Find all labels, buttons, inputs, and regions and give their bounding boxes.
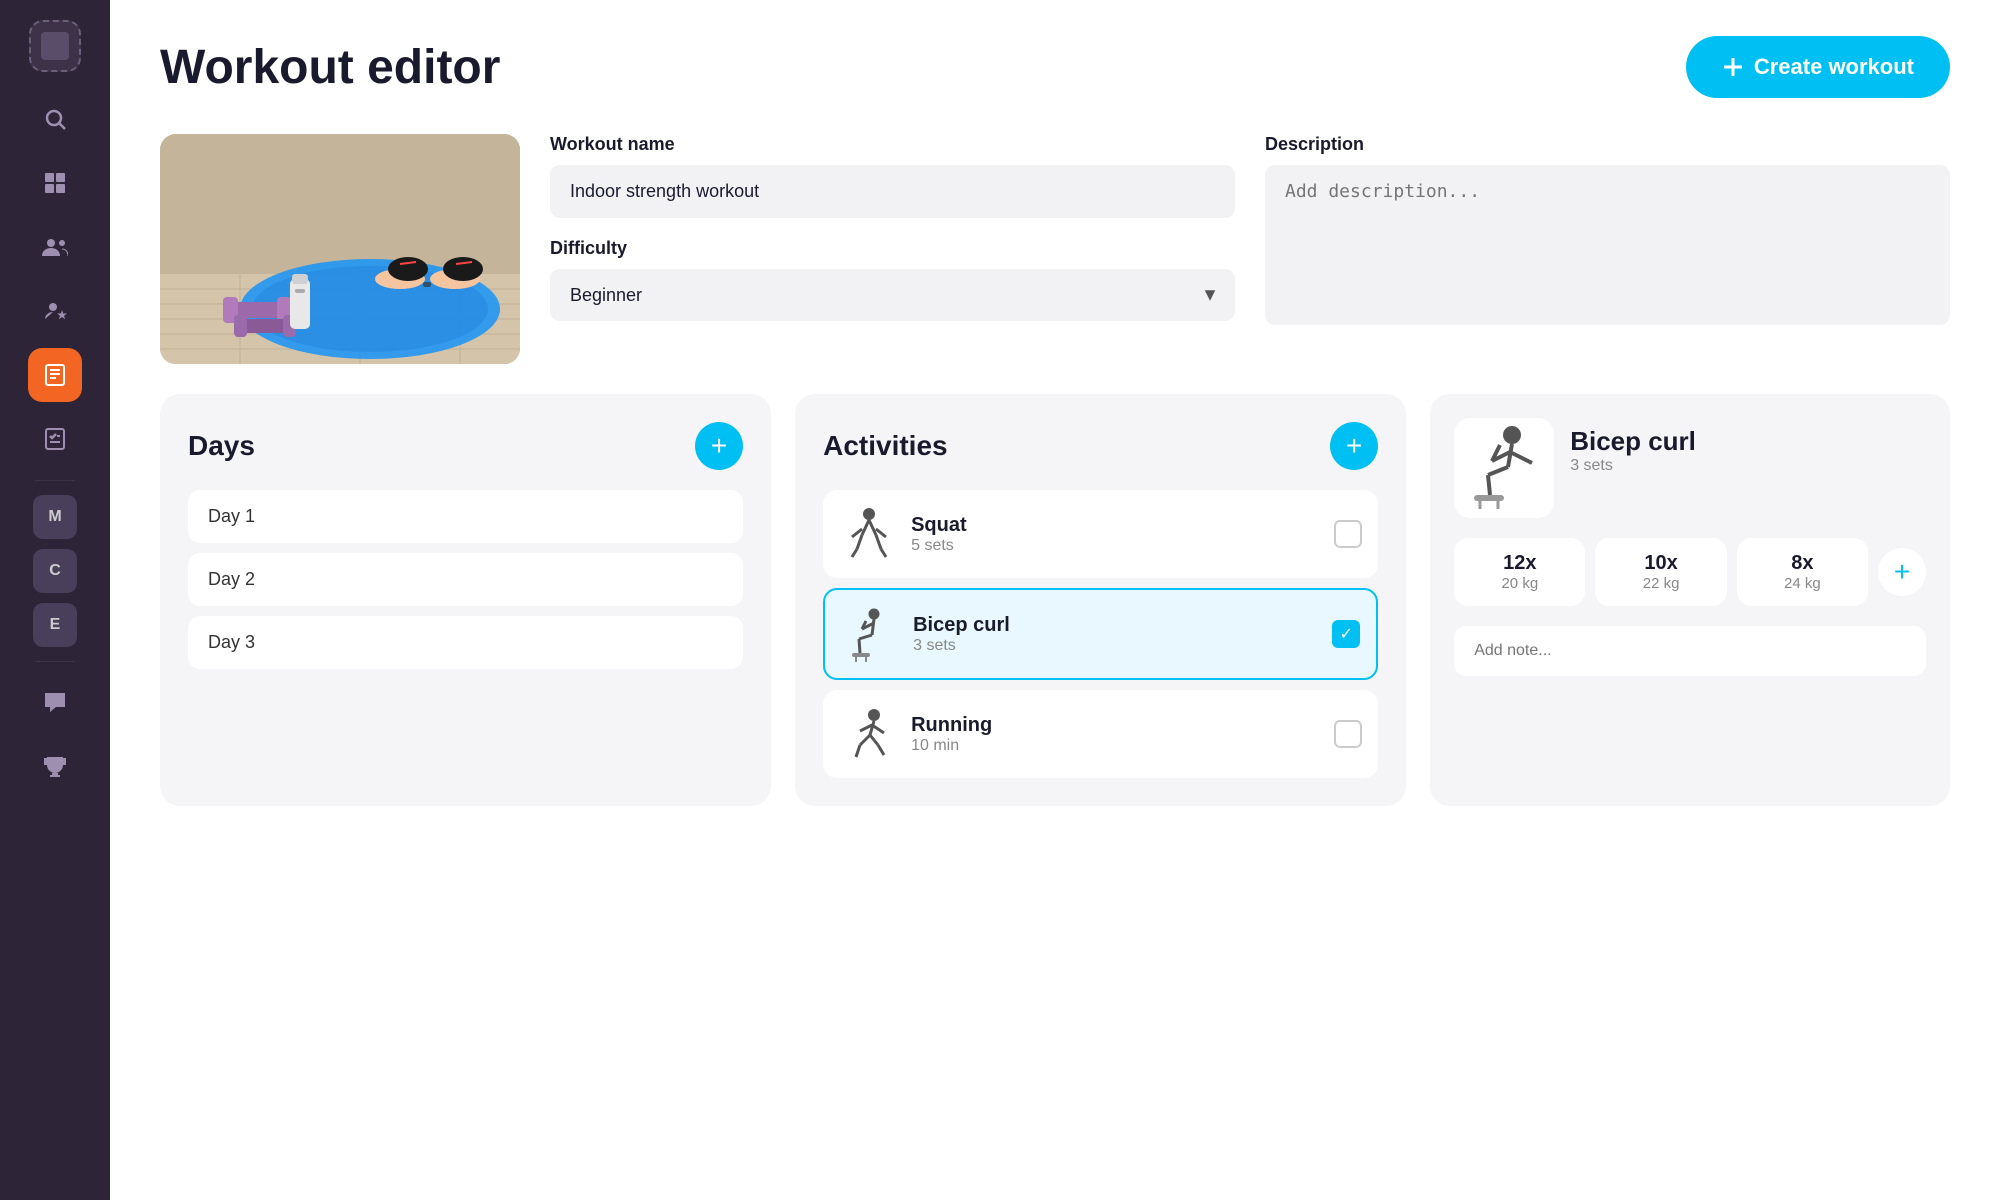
logo (29, 20, 81, 72)
activities-panel-title: Activities (823, 430, 948, 462)
sidebar-item-chat[interactable] (28, 676, 82, 730)
bicep-curl-detail: 3 sets (913, 637, 1320, 655)
set-2-weight: 22 kg (1613, 575, 1708, 592)
difficulty-select[interactable]: Beginner Intermediate Advanced (550, 269, 1235, 321)
avatar-m[interactable]: M (33, 495, 77, 539)
days-panel-header: Days + (188, 422, 743, 470)
detail-exercise-figure (1454, 418, 1554, 518)
bicep-figure (841, 604, 901, 664)
days-panel: Days + Day 1 Day 2 Day 3 (160, 394, 771, 806)
set-card-3[interactable]: 8x 24 kg (1737, 538, 1868, 606)
activity-item-bicep-curl[interactable]: Bicep curl 3 sets ✓ (823, 588, 1378, 680)
sidebar-divider-2 (35, 661, 75, 662)
bicep-curl-checkbox[interactable]: ✓ (1332, 620, 1360, 648)
squat-info: Squat 5 sets (911, 514, 1322, 555)
description-label: Description (1265, 134, 1950, 155)
squat-name: Squat (911, 514, 1322, 537)
note-input[interactable] (1454, 626, 1926, 676)
bicep-curl-name: Bicep curl (913, 614, 1320, 637)
activity-list: Squat 5 sets (823, 490, 1378, 778)
running-detail: 10 min (911, 737, 1322, 755)
add-activity-button[interactable]: + (1330, 422, 1378, 470)
description-section: Description (1265, 134, 1950, 364)
bicep-curl-info: Bicep curl 3 sets (913, 614, 1320, 655)
sidebar-item-starred[interactable] (28, 284, 82, 338)
sidebar-item-checklist[interactable] (28, 412, 82, 466)
running-checkbox[interactable] (1334, 720, 1362, 748)
sidebar-item-trophy[interactable] (28, 740, 82, 794)
workout-form: Workout name Difficulty Beginner Interme… (160, 134, 1950, 364)
difficulty-label: Difficulty (550, 238, 1235, 259)
difficulty-group: Difficulty Beginner Intermediate Advance… (550, 238, 1235, 321)
difficulty-select-wrapper: Beginner Intermediate Advanced ▼ (550, 269, 1235, 321)
day-item[interactable]: Day 2 (188, 553, 743, 606)
detail-exercise-name: Bicep curl (1570, 426, 1696, 457)
description-group: Description (1265, 134, 1950, 325)
workout-name-input[interactable] (550, 165, 1235, 218)
activity-item-squat[interactable]: Squat 5 sets (823, 490, 1378, 578)
sidebar-item-search[interactable] (28, 92, 82, 146)
set-card-1[interactable]: 12x 20 kg (1454, 538, 1585, 606)
set-3-weight: 24 kg (1755, 575, 1850, 592)
activity-item-running[interactable]: Running 10 min (823, 690, 1378, 778)
day-list: Day 1 Day 2 Day 3 (188, 490, 743, 669)
set-1-reps: 12x (1472, 552, 1567, 575)
squat-detail: 5 sets (911, 537, 1322, 555)
day-item[interactable]: Day 1 (188, 490, 743, 543)
workout-name-label: Workout name (550, 134, 1235, 155)
running-name: Running (911, 714, 1322, 737)
main-content: Workout editor Create workout (110, 0, 2000, 1200)
detail-header: Bicep curl 3 sets (1454, 418, 1926, 518)
page-header: Workout editor Create workout (160, 36, 1950, 98)
set-1-weight: 20 kg (1472, 575, 1567, 592)
running-info: Running 10 min (911, 714, 1322, 755)
squat-checkbox[interactable] (1334, 520, 1362, 548)
sidebar-item-workout-editor[interactable] (28, 348, 82, 402)
workout-name-group: Workout name (550, 134, 1235, 218)
detail-exercise-sets: 3 sets (1570, 457, 1696, 475)
workout-name-difficulty-section: Workout name Difficulty Beginner Interme… (550, 134, 1235, 364)
add-day-button[interactable]: + (695, 422, 743, 470)
detail-title-group: Bicep curl 3 sets (1570, 418, 1696, 475)
workout-image[interactable] (160, 134, 520, 364)
sidebar-item-users[interactable] (28, 220, 82, 274)
set-card-2[interactable]: 10x 22 kg (1595, 538, 1726, 606)
running-figure (839, 704, 899, 764)
description-textarea[interactable] (1265, 165, 1950, 325)
activities-panel: Activities + (795, 394, 1406, 806)
days-panel-title: Days (188, 430, 255, 462)
set-3-reps: 8x (1755, 552, 1850, 575)
add-set-button[interactable]: + (1878, 548, 1926, 596)
set-2-reps: 10x (1613, 552, 1708, 575)
squat-figure (839, 504, 899, 564)
create-workout-button[interactable]: Create workout (1686, 36, 1950, 98)
avatar-e[interactable]: E (33, 603, 77, 647)
avatar-c[interactable]: C (33, 549, 77, 593)
sidebar-item-dashboard[interactable] (28, 156, 82, 210)
page-title: Workout editor (160, 40, 500, 95)
sidebar-divider (35, 480, 75, 481)
sets-row: 12x 20 kg 10x 22 kg 8x 24 kg + (1454, 538, 1926, 606)
panels-row: Days + Day 1 Day 2 Day 3 Activities + (160, 394, 1950, 806)
activities-panel-header: Activities + (823, 422, 1378, 470)
day-item[interactable]: Day 3 (188, 616, 743, 669)
exercise-detail-panel: Bicep curl 3 sets 12x 20 kg 10x 22 kg 8x… (1430, 394, 1950, 806)
sidebar: M C E (0, 0, 110, 1200)
